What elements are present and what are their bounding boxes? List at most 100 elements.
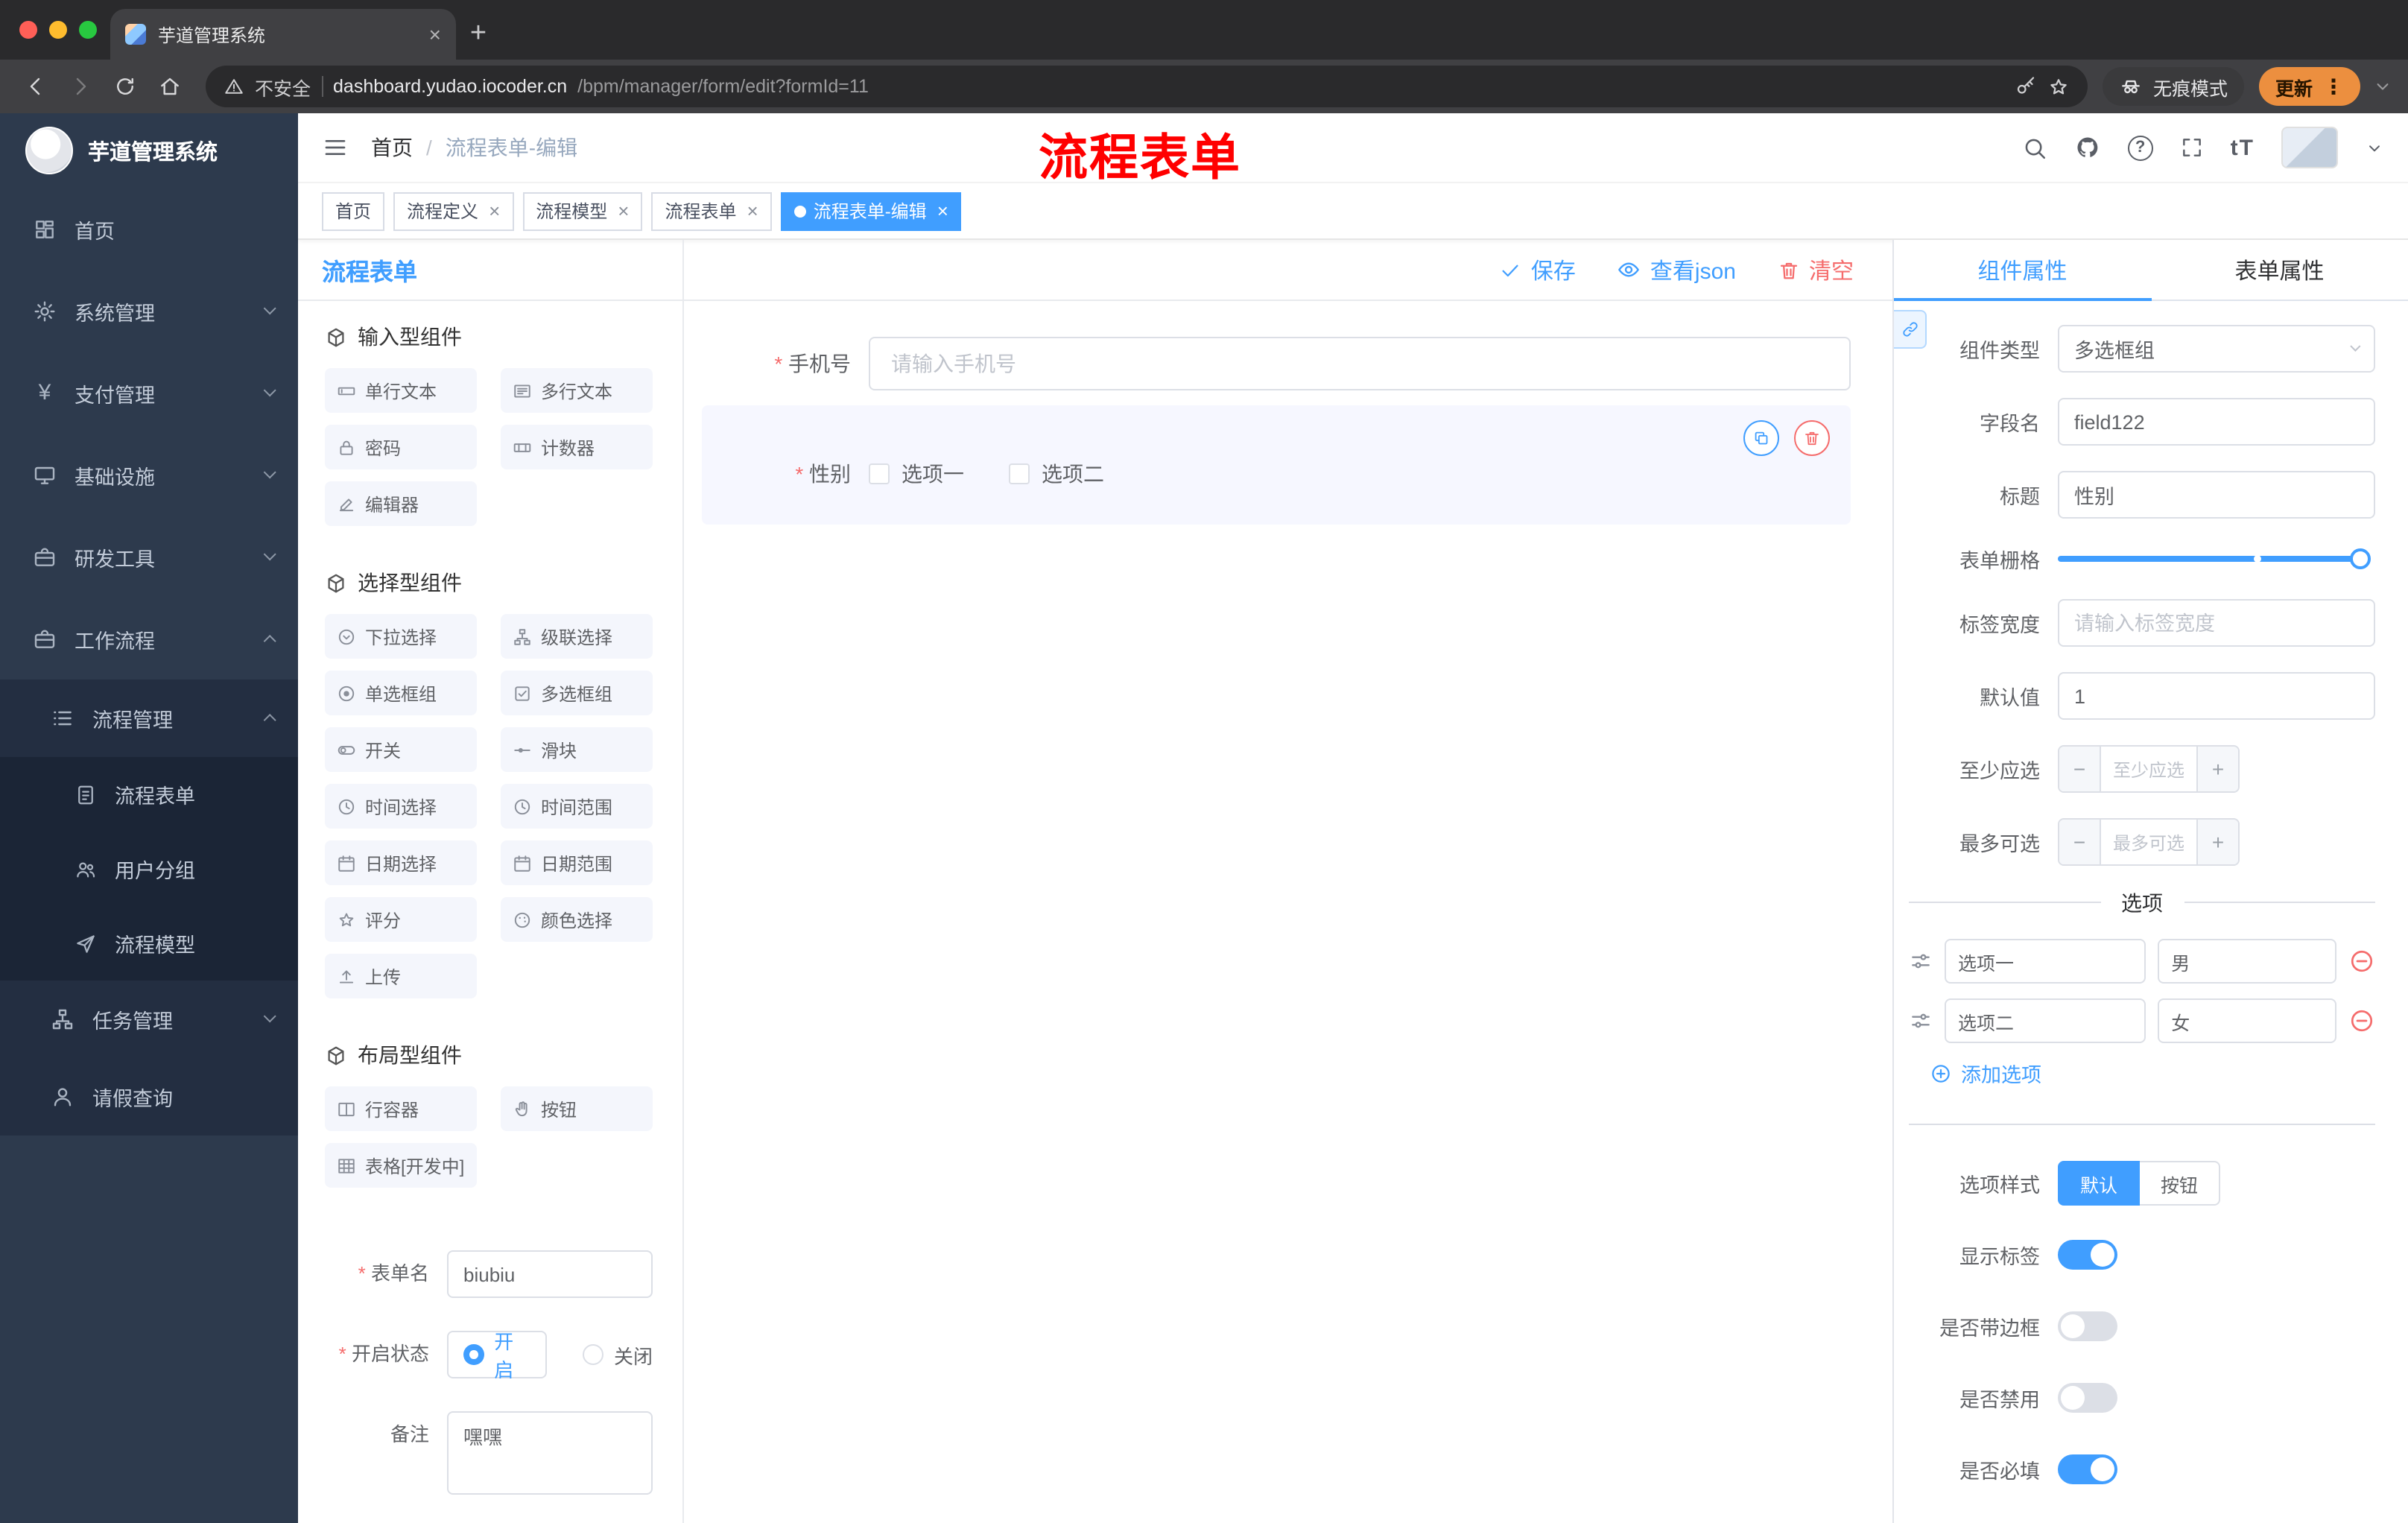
sidebar-item-process-model[interactable]: 流程模型 [0,906,298,981]
not-secure-label[interactable]: 不安全 [255,72,311,101]
sidebar-item-task-mgmt[interactable]: 任务管理 [0,981,298,1058]
option-2-value-input[interactable] [2158,998,2336,1043]
title-input[interactable] [2058,471,2375,519]
help-icon[interactable]: ? [2127,135,2153,160]
copy-component-button[interactable] [1743,420,1779,456]
show-label-toggle[interactable] [2058,1240,2117,1270]
checkbox-option-2[interactable]: 选项二 [1009,459,1104,489]
github-icon[interactable] [2074,134,2101,161]
window-close-button[interactable] [19,21,37,39]
sidebar-item-workflow[interactable]: 工作流程 [0,598,298,680]
close-icon[interactable]: × [489,201,500,221]
home-button[interactable] [149,66,191,107]
increment-button[interactable]: + [2196,747,2238,791]
increment-button[interactable]: + [2196,820,2238,864]
palette-chip-textarea[interactable]: 多行文本 [501,368,653,413]
forward-button[interactable] [60,66,101,107]
palette-chip-password[interactable]: 密码 [325,425,477,469]
field-name-input[interactable] [2058,398,2375,446]
option-1-value-input[interactable] [2158,939,2336,984]
close-icon[interactable]: × [618,201,629,221]
close-icon[interactable]: × [937,201,948,221]
tab-form-props[interactable]: 表单属性 [2151,240,2408,300]
tag-width-input[interactable] [2058,599,2375,647]
reload-button[interactable] [104,66,146,107]
save-button[interactable]: 保存 [1500,254,1576,285]
caret-down-icon[interactable] [2365,138,2384,157]
grid-slider[interactable] [2058,548,2371,569]
sidebar-item-process-mgmt[interactable]: 流程管理 [0,680,298,757]
add-option-button[interactable]: 添加选项 [1930,1058,2375,1088]
sidebar-item-system[interactable]: 系统管理 [0,270,298,352]
palette-chip-editor[interactable]: 编辑器 [325,481,477,526]
update-button[interactable]: 更新 ⋮ [2258,67,2360,106]
address-bar[interactable]: 不安全 dashboard.yudao.iocoder.cn/bpm/manag… [206,66,2088,107]
default-value-input[interactable] [2058,672,2375,720]
link-anchor-button[interactable] [1894,310,1927,349]
tab-component-props[interactable]: 组件属性 [1894,240,2151,301]
fullscreen-icon[interactable] [2180,136,2204,159]
component-type-select[interactable]: 多选框组 [2058,325,2375,373]
palette-chip-table[interactable]: 表格[开发中] [325,1143,477,1188]
sidebar-item-payment[interactable]: ¥ 支付管理 [0,352,298,434]
option-1-label-input[interactable] [1945,939,2146,984]
status-off-radio[interactable]: 关闭 [582,1340,653,1369]
form-name-input[interactable] [447,1250,653,1298]
sidebar-logo[interactable]: 芋道管理系统 [0,113,298,188]
sidebar-item-infrastructure[interactable]: 基础设施 [0,434,298,516]
selected-component-gender[interactable]: 性别 选项一 选项二 [702,405,1851,525]
sidebar-item-home[interactable]: 首页 [0,188,298,270]
palette-chip-text-input[interactable]: 单行文本 [325,368,477,413]
sidebar-item-leave-query[interactable]: 请假查询 [0,1058,298,1136]
palette-chip-slider[interactable]: 滑块 [501,727,653,772]
slider-handle[interactable] [2350,548,2371,569]
drag-handle-icon[interactable] [1909,949,1933,973]
phone-input[interactable] [869,337,1851,390]
min-select-value[interactable]: 至少应选 [2101,747,2196,791]
palette-chip-cascade[interactable]: 级联选择 [501,614,653,659]
tag-process-model[interactable]: 流程模型 × [522,191,643,230]
palette-chip-rate[interactable]: 评分 [325,897,477,942]
palette-chip-select[interactable]: 下拉选择 [325,614,477,659]
user-avatar[interactable] [2281,127,2338,168]
palette-chip-button[interactable]: 按钮 [501,1086,653,1131]
max-select-value[interactable]: 最多可选 [2101,820,2196,864]
browser-tab[interactable]: 芋道管理系统 × [110,9,456,60]
clear-button[interactable]: 清空 [1778,254,1854,285]
palette-chip-counter[interactable]: 计数器 [501,425,653,469]
tag-home[interactable]: 首页 [322,191,385,230]
collapse-sidebar-button[interactable] [322,134,349,161]
search-icon[interactable] [2022,135,2047,160]
palette-chip-date[interactable]: 日期选择 [325,840,477,885]
palette-chip-color[interactable]: 颜色选择 [501,897,653,942]
sidebar-item-process-form[interactable]: 流程表单 [0,757,298,832]
palette-chip-time-range[interactable]: 时间范围 [501,784,653,829]
bookmark-star-icon[interactable] [2047,75,2070,98]
view-json-button[interactable]: 查看json [1618,254,1736,285]
palette-chip-row-container[interactable]: 行容器 [325,1086,477,1131]
required-toggle[interactable] [2058,1454,2117,1484]
window-minimize-button[interactable] [49,21,67,39]
phone-field[interactable]: 手机号 [702,337,1851,390]
palette-chip-upload[interactable]: 上传 [325,954,477,998]
option-2-label-input[interactable] [1945,998,2146,1043]
tab-close-icon[interactable]: × [429,24,441,45]
palette-chip-switch[interactable]: 开关 [325,727,477,772]
tag-process-form-edit[interactable]: 流程表单-编辑 × [780,191,962,230]
decrement-button[interactable]: − [2059,747,2101,791]
disabled-toggle[interactable] [2058,1383,2117,1413]
style-default-button[interactable]: 默认 [2058,1161,2141,1206]
key-icon[interactable] [2015,75,2037,98]
new-tab-button[interactable]: + [456,12,501,57]
drag-handle-icon[interactable] [1909,1009,1933,1033]
sidebar-item-user-group[interactable]: 用户分组 [0,832,298,906]
back-button[interactable] [15,66,57,107]
sidebar-item-devtools[interactable]: 研发工具 [0,516,298,598]
checkbox-option-1[interactable]: 选项一 [869,459,964,489]
border-toggle[interactable] [2058,1311,2117,1341]
remove-option-icon[interactable] [2348,948,2375,975]
kebab-menu-icon[interactable]: ⋮ [2323,74,2344,99]
palette-chip-checkbox-group[interactable]: 多选框组 [501,671,653,715]
palette-chip-date-range[interactable]: 日期范围 [501,840,653,885]
font-size-icon[interactable]: tT [2231,135,2255,160]
